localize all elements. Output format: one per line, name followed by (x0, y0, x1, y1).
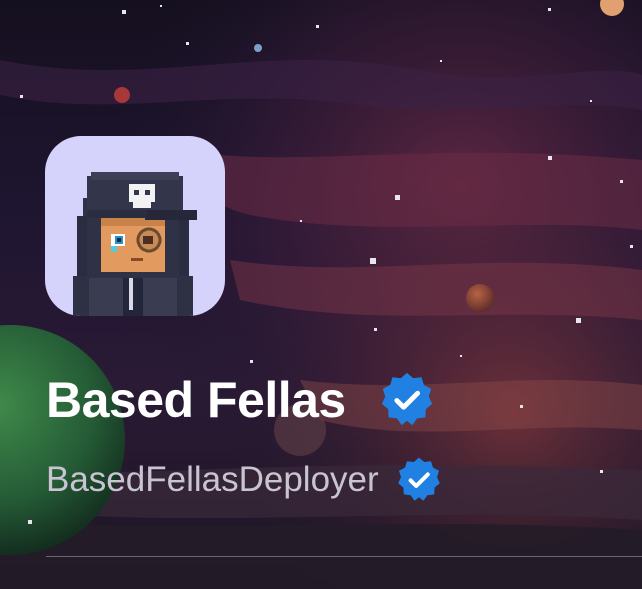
creator-name-link[interactable]: BasedFellasDeployer (46, 456, 379, 504)
collection-name: Based Fellas (46, 372, 346, 428)
collection-avatar (45, 136, 225, 316)
collection-title-row: Based Fellas (46, 368, 436, 432)
header-divider (46, 556, 642, 557)
verified-badge-icon (397, 457, 440, 501)
collection-header: Based Fellas BasedFellasDeployer (0, 0, 642, 589)
creator-row[interactable]: BasedFellasDeployer (46, 456, 443, 504)
verified-badge-icon (381, 372, 432, 426)
